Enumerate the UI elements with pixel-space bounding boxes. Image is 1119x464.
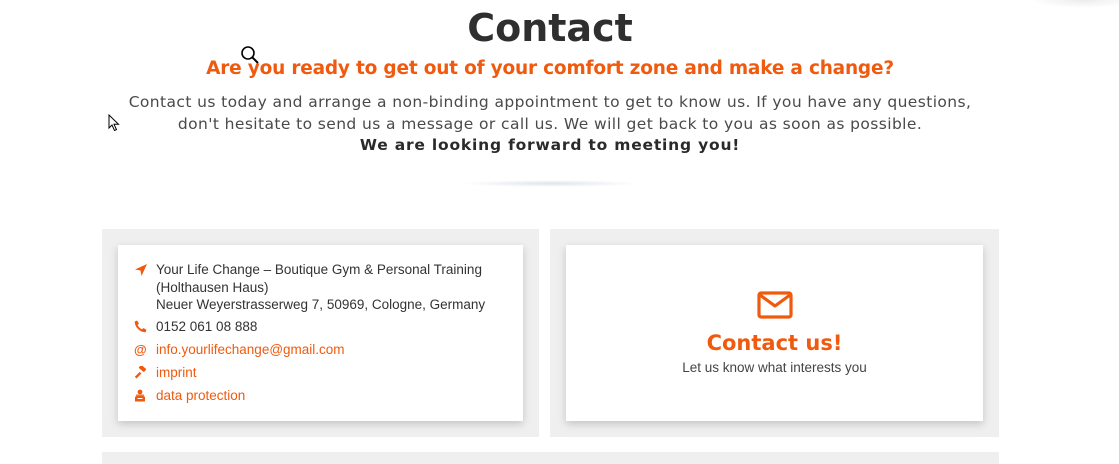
contact-title: Contact us!: [706, 331, 843, 355]
page-description: Contact us today and arrange a non-bindi…: [128, 93, 972, 133]
privacy-row: data protection: [134, 387, 245, 405]
contact-card[interactable]: Contact us! Let us know what interests y…: [566, 245, 983, 421]
envelope-icon: [756, 291, 793, 323]
address-line2: (Holthausen Haus): [156, 279, 269, 295]
phone-number[interactable]: 0152 061 08 888: [156, 318, 257, 336]
privacy-link[interactable]: data protection: [156, 387, 245, 405]
info-card: Your Life Change – Boutique Gym & Person…: [118, 245, 523, 421]
address-row: Your Life Change – Boutique Gym & Person…: [134, 261, 485, 314]
at-icon: @: [134, 342, 147, 357]
address-line1: Your Life Change – Boutique Gym & Person…: [156, 262, 482, 277]
magnifier-cursor-icon: [240, 45, 260, 69]
phone-icon: [134, 318, 156, 333]
pointer-cursor-icon: [108, 113, 120, 136]
next-panel: [102, 452, 999, 464]
email-link[interactable]: info.yourlifechange@gmail.com: [156, 341, 345, 359]
imprint-link[interactable]: imprint: [156, 364, 197, 382]
page-subtitle: Are you ready to get out of your comfort…: [206, 58, 894, 79]
page-title: Contact: [467, 6, 633, 50]
contact-cta[interactable]: Contact us! Let us know what interests y…: [566, 291, 983, 375]
address-line3: Neuer Weyerstrasserweg 7, 50969, Cologne…: [156, 297, 486, 312]
gavel-icon: [134, 364, 156, 379]
email-row: @ info.yourlifechange@gmail.com: [134, 341, 345, 359]
contact-subtitle: Let us know what interests you: [682, 360, 867, 375]
location-arrow-icon: [134, 261, 156, 277]
privacy-icon: [134, 387, 156, 402]
imprint-row: imprint: [134, 364, 197, 382]
phone-row: 0152 061 08 888: [134, 318, 257, 336]
closing-text: We are looking forward to meeting you!: [359, 136, 741, 154]
section-divider: [460, 180, 640, 187]
